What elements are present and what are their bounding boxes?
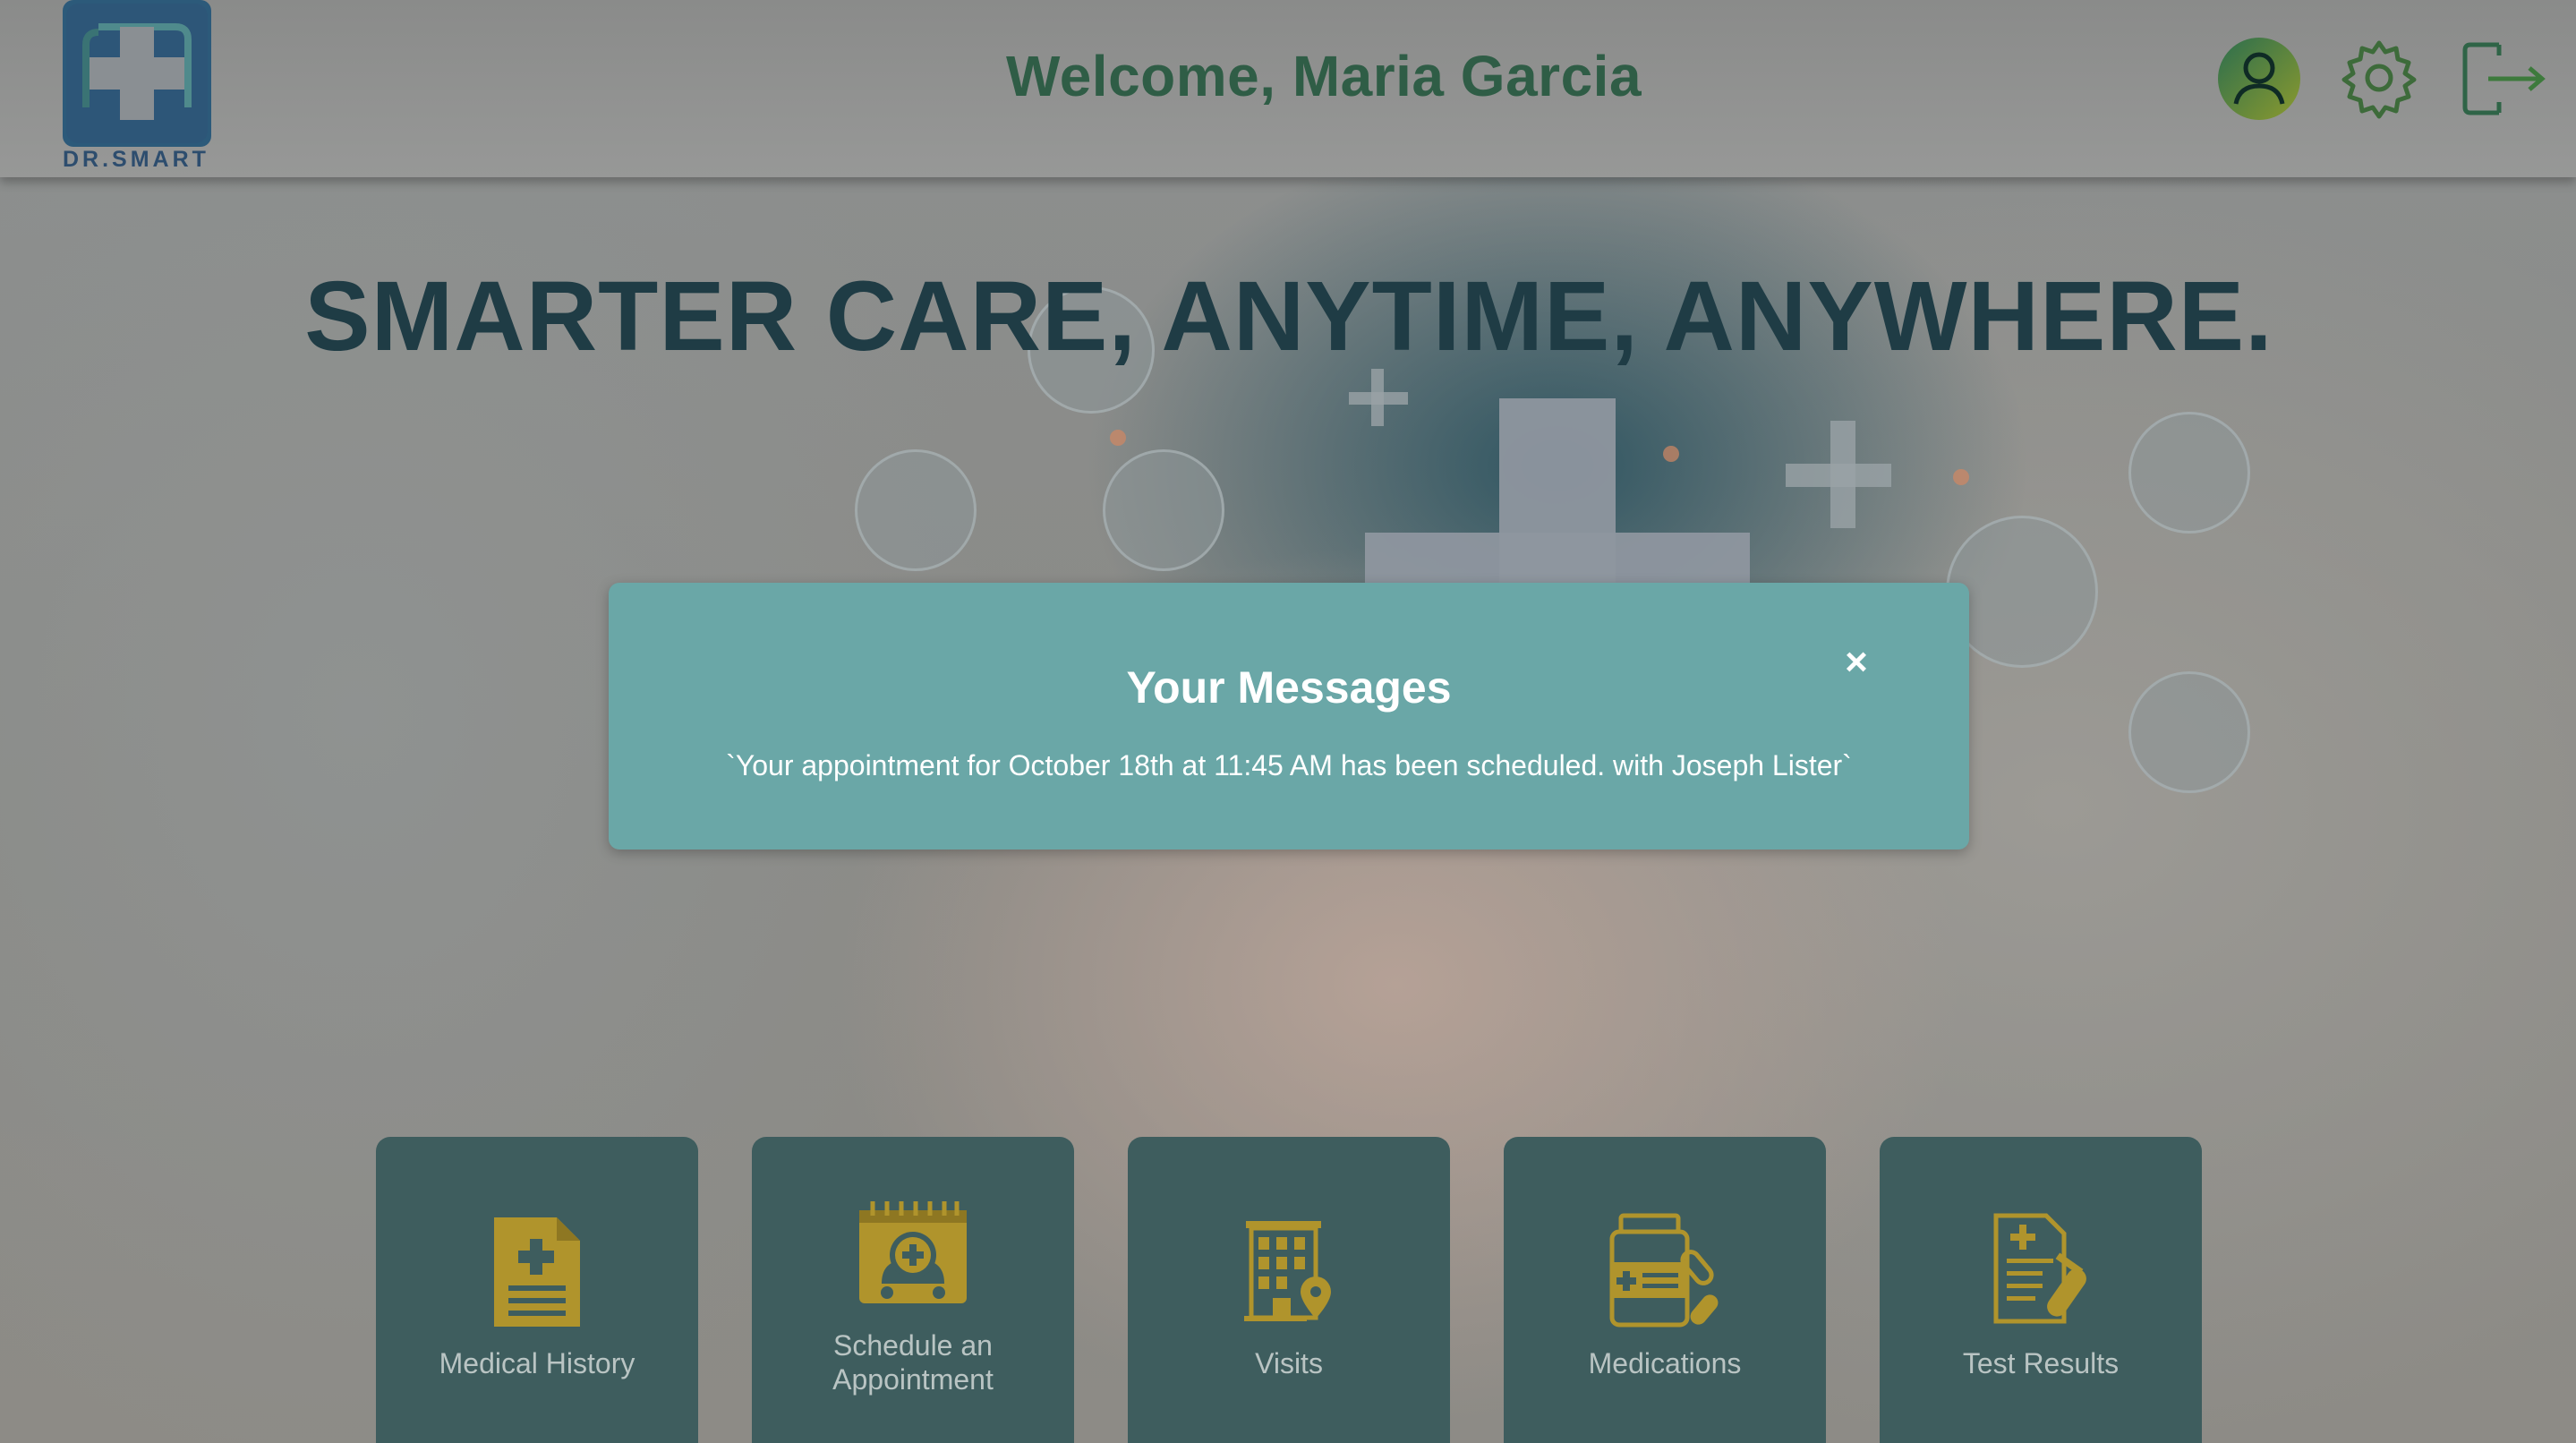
card-label: Visits: [1255, 1347, 1323, 1379]
card-medical-history[interactable]: Medical History: [376, 1137, 698, 1443]
card-visits[interactable]: Visits: [1128, 1137, 1450, 1443]
card-label-line2: Appointment: [832, 1363, 994, 1396]
user-avatar-icon[interactable]: [2216, 36, 2302, 122]
close-icon[interactable]: ×: [1837, 643, 1876, 682]
medication-bottle-icon: [1609, 1213, 1719, 1328]
card-schedule-appointment[interactable]: Schedule an Appointment: [752, 1137, 1074, 1443]
message-text: `Your appointment for October 18th at 11…: [726, 749, 1852, 781]
card-label: Test Results: [1962, 1347, 2120, 1379]
top-header: DR.SMART Welcome, Maria Garcia: [0, 0, 2576, 177]
test-results-icon: [1993, 1213, 2086, 1324]
card-label-line1: Schedule an: [833, 1329, 993, 1362]
logo-text: DR.SMART: [63, 147, 209, 172]
welcome-title: Welcome, Maria Garcia: [1005, 44, 1642, 108]
card-medications[interactable]: Medications: [1504, 1137, 1826, 1443]
messages-modal: Your Messages `Your appointment for Octo…: [609, 583, 1969, 850]
modal-title: Your Messages: [1126, 662, 1452, 713]
cross-logo-icon: [63, 0, 211, 147]
hero-tagline: SMARTER CARE, ANYTIME, ANYWHERE.: [304, 261, 2273, 371]
document-icon: [494, 1217, 580, 1327]
card-label: Medical History: [439, 1347, 635, 1379]
card-label: Schedule an Appointment: [752, 1328, 1074, 1396]
logout-icon[interactable]: [2458, 36, 2546, 122]
card-test-results[interactable]: Test Results: [1880, 1137, 2202, 1443]
gear-icon[interactable]: [2336, 36, 2422, 122]
hospital-building-icon: [1244, 1221, 1331, 1321]
calendar-icon: [859, 1201, 967, 1303]
dr-smart-logo[interactable]: DR.SMART: [61, 0, 215, 177]
card-label: Medications: [1588, 1347, 1742, 1379]
